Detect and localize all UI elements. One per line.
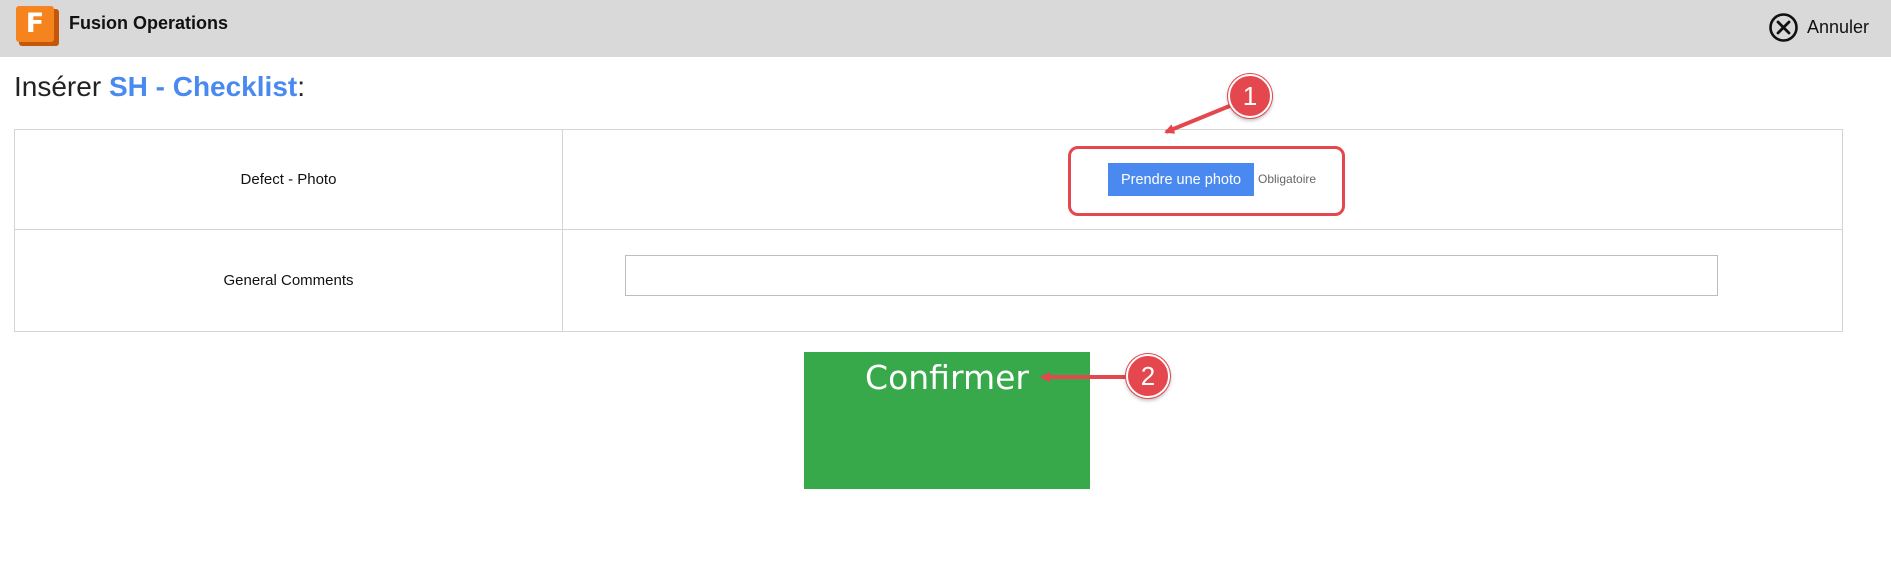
app-logo: F [16, 6, 60, 46]
form-table: Defect - Photo General Comments [14, 129, 1843, 332]
annotation-arrow-1 [1164, 103, 1233, 134]
page-title-prefix: Insérer [14, 71, 109, 102]
top-bar: F Fusion Operations Annuler [0, 0, 1891, 57]
app-title: Fusion Operations [69, 13, 229, 33]
page-title: Insérer SH - Checklist: [14, 71, 305, 103]
defect-photo-label: Defect - Photo [15, 130, 563, 229]
general-comments-label: General Comments [15, 230, 563, 331]
close-circle-icon [1769, 12, 1798, 42]
page: F Fusion Operations Annuler Insérer SH -… [0, 0, 1891, 565]
annotation-marker-1: 1 [1228, 74, 1272, 118]
checklist-name: SH - Checklist [108, 71, 298, 102]
annotation-marker-2: 2 [1126, 354, 1170, 398]
annotation-highlight-box [1068, 146, 1345, 216]
cancel-label: Annuler [1807, 16, 1870, 37]
app-logo-letter: F [16, 6, 54, 42]
confirm-label: Confirmer [865, 358, 1029, 397]
form-row-defect-photo: Defect - Photo [15, 130, 1842, 230]
cancel-button[interactable]: Annuler [1768, 12, 1869, 42]
confirm-button[interactable]: Confirmer [804, 352, 1090, 489]
page-title-suffix: : [297, 71, 305, 102]
general-comments-input[interactable] [625, 255, 1718, 296]
